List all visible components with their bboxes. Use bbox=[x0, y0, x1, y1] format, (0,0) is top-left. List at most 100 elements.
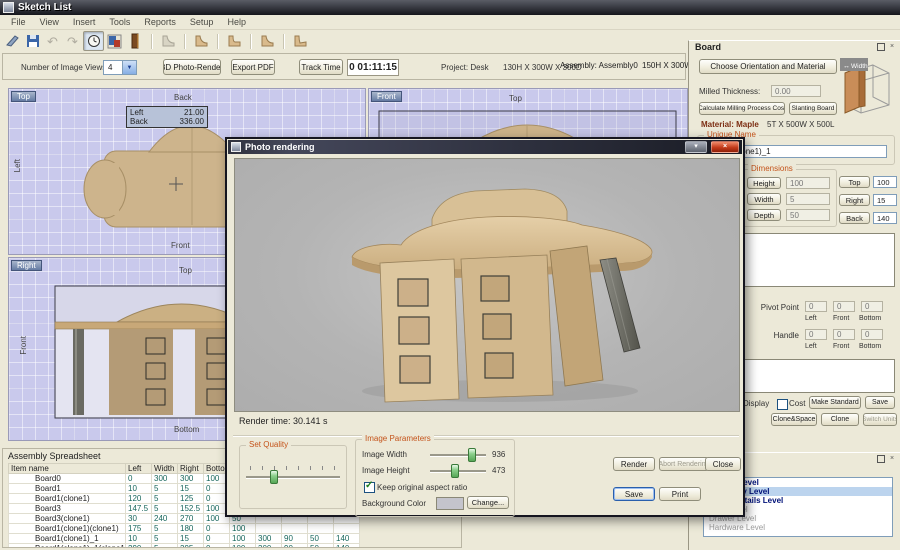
chevron-down-icon[interactable]: ▼ bbox=[122, 61, 136, 74]
table-row[interactable]: Board1(clone1)_11051501003009050140 bbox=[9, 534, 360, 544]
change-color-button[interactable]: Change... bbox=[467, 496, 509, 509]
abort-rendering-button[interactable]: Abort Rendering bbox=[659, 457, 709, 471]
close-button[interactable]: × bbox=[711, 141, 739, 153]
edge-label-front: Front bbox=[19, 336, 28, 355]
minimize-button[interactable]: ▾ bbox=[685, 141, 707, 153]
view-badge[interactable]: Right bbox=[11, 260, 42, 271]
float-icon[interactable] bbox=[877, 455, 885, 463]
molding-c-icon[interactable] bbox=[224, 32, 243, 50]
track-time-button[interactable]: Track Time bbox=[299, 59, 343, 75]
cost-checkbox[interactable] bbox=[777, 399, 788, 410]
pivot-bottom-field[interactable]: 0 bbox=[861, 301, 883, 312]
dimensions-group: Dimensions Height 100 Width 5 Depth 50 bbox=[741, 169, 837, 227]
save-icon[interactable] bbox=[23, 32, 42, 50]
handle-label: Handle bbox=[751, 331, 799, 340]
edge-label-top: Top bbox=[179, 266, 192, 275]
height-button[interactable]: Height bbox=[747, 177, 781, 189]
photo-render-icon[interactable] bbox=[105, 32, 124, 50]
column-header[interactable]: Right bbox=[178, 464, 204, 474]
pivot-front-field[interactable]: 0 bbox=[833, 301, 855, 312]
column-header[interactable]: Item name bbox=[9, 464, 126, 474]
menu-insert[interactable]: Insert bbox=[66, 16, 103, 28]
export-pdf-button[interactable]: Export PDF bbox=[231, 59, 275, 75]
column-header[interactable]: Width bbox=[152, 464, 178, 474]
depth-field[interactable]: 50 bbox=[786, 209, 830, 221]
handle-bottom-field[interactable]: 0 bbox=[861, 329, 883, 340]
close-dialog-button[interactable]: Close bbox=[705, 457, 741, 471]
switch-units-button[interactable]: Switch Units bbox=[863, 413, 897, 426]
make-standard-button[interactable]: Make Standard bbox=[809, 396, 861, 409]
redo-icon[interactable]: ↷ bbox=[63, 32, 82, 50]
close-icon[interactable]: × bbox=[888, 455, 896, 463]
render-preview bbox=[234, 158, 740, 412]
menu-reports[interactable]: Reports bbox=[137, 16, 183, 28]
handle-front-field[interactable]: 0 bbox=[833, 329, 855, 340]
molding-a-icon[interactable] bbox=[158, 32, 177, 50]
table-row[interactable]: Board1(clone1)(clone1)17551800100 bbox=[9, 524, 360, 534]
top-offset-field[interactable]: 100 bbox=[873, 176, 897, 188]
calc-milling-cost-button[interactable]: Calculate Milling Process Cost bbox=[699, 102, 785, 115]
render-button[interactable]: Render bbox=[613, 457, 655, 471]
molding-b-icon[interactable] bbox=[191, 32, 210, 50]
slider-thumb[interactable] bbox=[451, 464, 459, 478]
render-time-label: Render time: 30.141 s bbox=[239, 416, 328, 426]
right-offset-button[interactable]: Right bbox=[839, 194, 870, 206]
view-badge[interactable]: Front bbox=[371, 91, 402, 102]
slider-thumb[interactable] bbox=[270, 470, 278, 484]
height-field[interactable]: 100 bbox=[786, 177, 830, 189]
table-row[interactable]: Board1(clone1)_1(clone1)2905295010030090… bbox=[9, 544, 360, 549]
depth-button[interactable]: Depth bbox=[747, 209, 781, 221]
width-button[interactable]: Width bbox=[747, 193, 781, 205]
back-offset-button[interactable]: Back bbox=[839, 212, 870, 224]
clone-space-button[interactable]: Clone&Space bbox=[771, 413, 817, 426]
aspect-ratio-checkbox[interactable] bbox=[364, 482, 375, 493]
top-offset-button[interactable]: Top bbox=[839, 176, 870, 188]
edge-label-top: Top bbox=[509, 94, 522, 103]
slanting-board-button[interactable]: Slanting Board bbox=[789, 102, 837, 115]
board-icon[interactable] bbox=[125, 32, 144, 50]
clock-icon[interactable] bbox=[83, 31, 104, 51]
right-offset-field[interactable]: 15 bbox=[873, 194, 897, 206]
menu-help[interactable]: Help bbox=[220, 16, 253, 28]
milled-thickness-field[interactable]: 0.00 bbox=[771, 85, 821, 97]
menu-setup[interactable]: Setup bbox=[183, 16, 221, 28]
undo-icon[interactable]: ↶ bbox=[43, 32, 62, 50]
back-offset-field[interactable]: 140 bbox=[873, 212, 897, 224]
dialog-title-bar[interactable]: Photo rendering ▾ × bbox=[228, 140, 742, 154]
molding-e-icon[interactable] bbox=[290, 32, 309, 50]
photo-render-button[interactable]: 3D Photo-Render bbox=[163, 59, 221, 75]
photo-rendering-dialog: Photo rendering ▾ × bbox=[225, 137, 745, 517]
level-item[interactable]: Hardware Level bbox=[704, 523, 892, 532]
image-views-select[interactable]: 4 ▼ bbox=[103, 60, 137, 75]
handle-left-field[interactable]: 0 bbox=[805, 329, 827, 340]
column-header[interactable]: Left bbox=[126, 464, 152, 474]
float-icon[interactable] bbox=[877, 43, 885, 51]
save-button[interactable]: Save bbox=[865, 396, 895, 409]
choose-orientation-button[interactable]: Choose Orientation and Material bbox=[699, 59, 837, 74]
menu-tools[interactable]: Tools bbox=[102, 16, 137, 28]
app-window: Sketch List File View Insert Tools Repor… bbox=[0, 0, 900, 550]
axis-label-bottom: Bottom bbox=[859, 343, 881, 350]
toolbar-separator bbox=[217, 34, 218, 49]
slider-thumb[interactable] bbox=[468, 448, 476, 462]
image-width-slider[interactable] bbox=[430, 448, 486, 462]
svg-text:Width: Width bbox=[851, 63, 868, 70]
menu-view[interactable]: View bbox=[33, 16, 66, 28]
menu-file[interactable]: File bbox=[4, 16, 33, 28]
width-field[interactable]: 5 bbox=[786, 193, 830, 205]
quality-slider[interactable] bbox=[246, 470, 340, 484]
image-height-slider[interactable] bbox=[430, 464, 486, 478]
edge-label-front: Front bbox=[171, 241, 190, 250]
save-image-button[interactable]: Save bbox=[613, 487, 655, 501]
clone-button[interactable]: Clone bbox=[821, 413, 859, 426]
view-badge[interactable]: Top bbox=[11, 91, 36, 102]
close-icon[interactable]: × bbox=[888, 43, 896, 51]
open-icon[interactable] bbox=[3, 32, 22, 50]
print-button[interactable]: Print bbox=[659, 487, 701, 501]
edge-label-back: Back bbox=[174, 93, 192, 102]
pivot-left-field[interactable]: 0 bbox=[805, 301, 827, 312]
dialog-title: Photo rendering bbox=[245, 142, 681, 152]
background-color-label: Background Color bbox=[362, 499, 426, 508]
molding-d-icon[interactable] bbox=[257, 32, 276, 50]
image-parameters-group: Image Parameters Image Width 936 Image H… bbox=[355, 439, 515, 517]
